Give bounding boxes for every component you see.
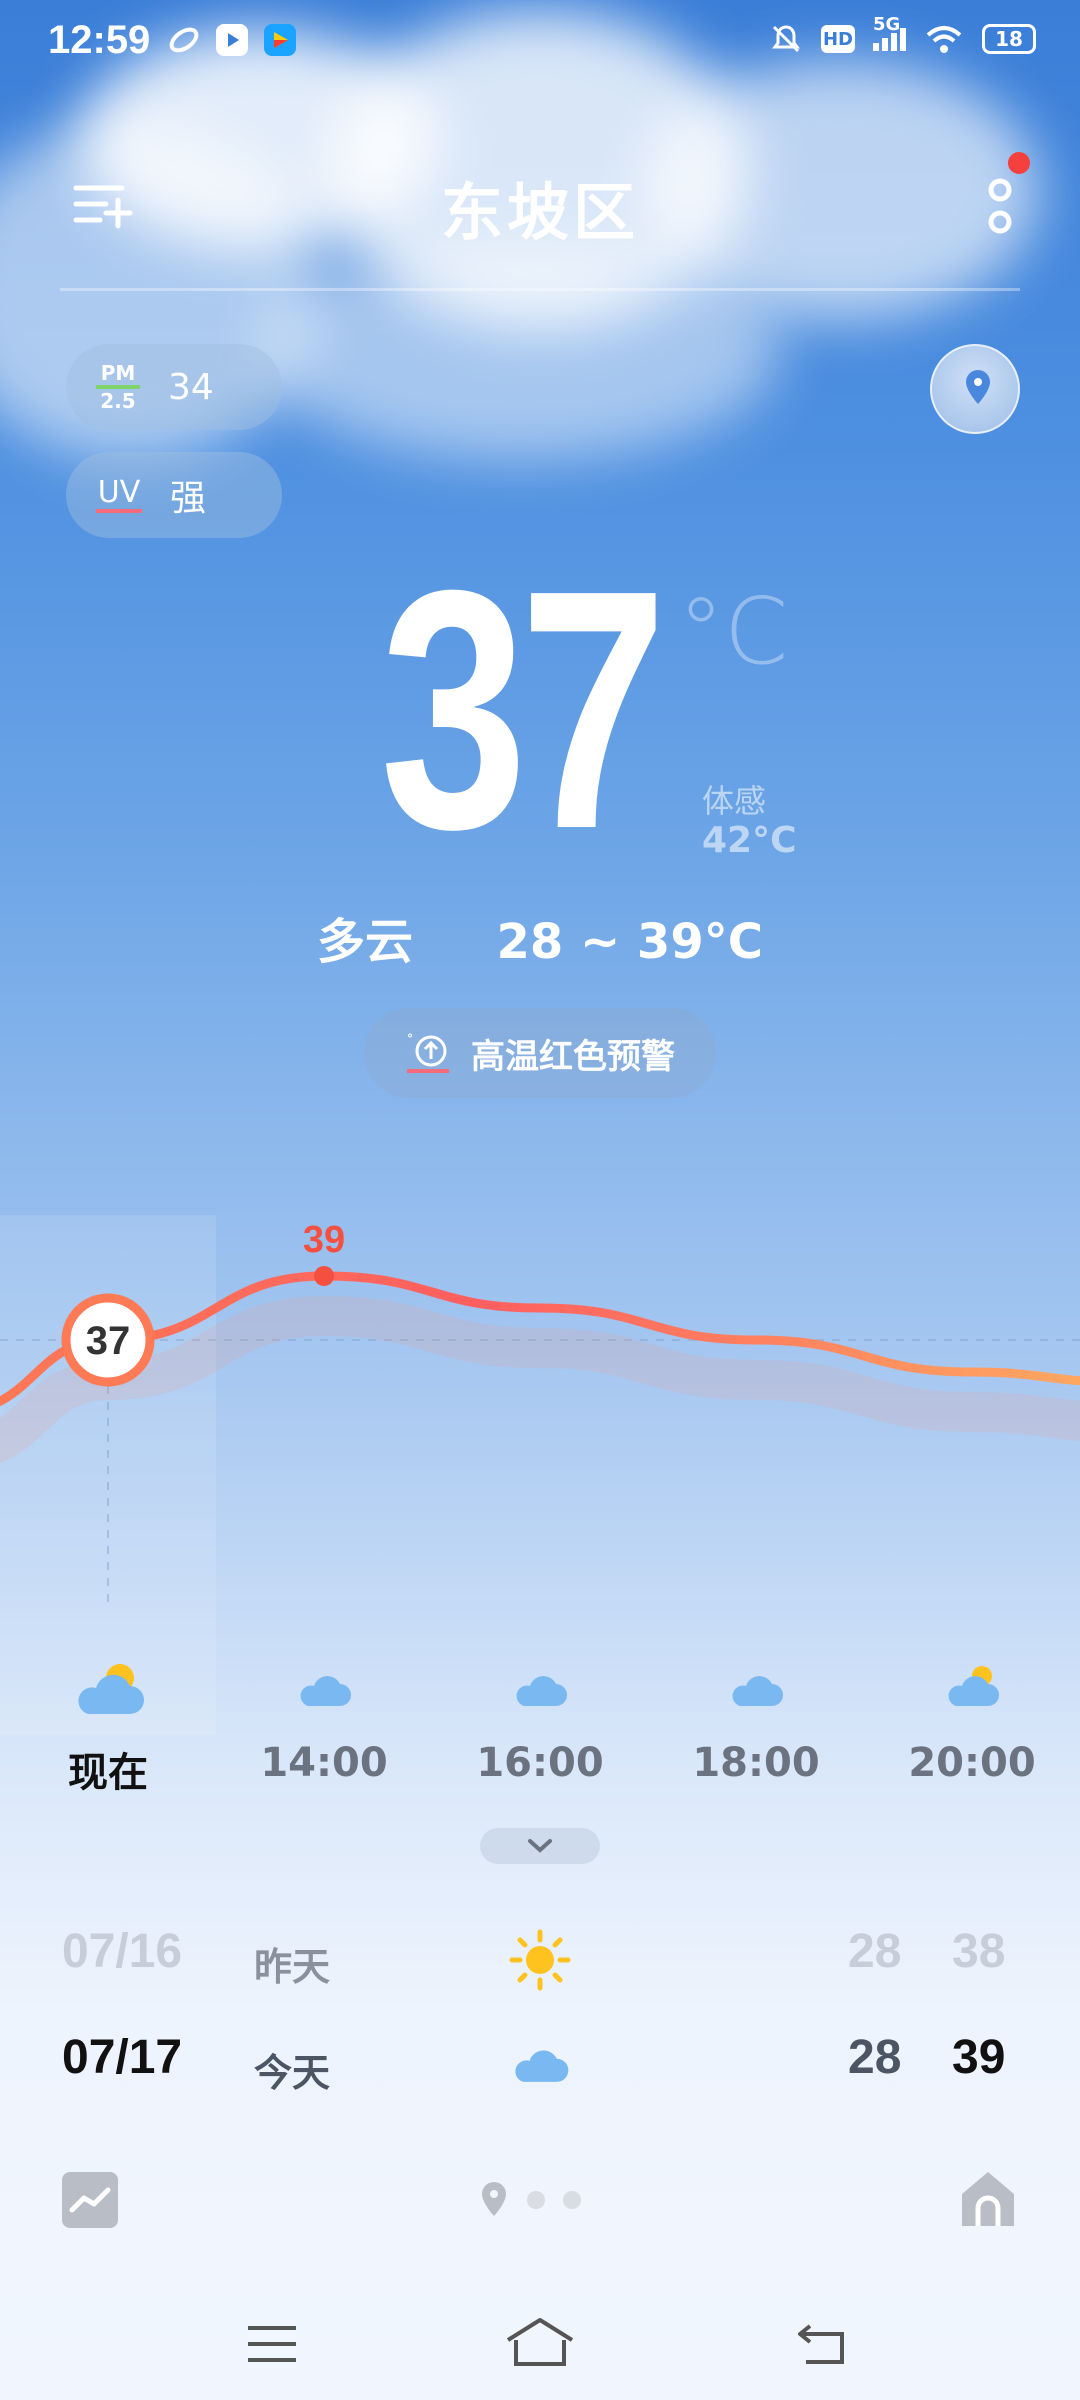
status-system-icons: HD 5G 18 (769, 14, 1036, 56)
day-name: 昨天 (254, 1945, 331, 1989)
weather-screen: 12:59 HD 5G 18 东坡区 PM 2.5 34 UV 强 37 °C … (0, 0, 1080, 2400)
temperature-range: 28 ~ 39°C (496, 914, 763, 970)
chart-peak-dot (314, 1266, 334, 1286)
weather-condition: 多云 (317, 914, 414, 970)
feels-like-label: 体感 (702, 782, 767, 820)
day-high-temp: 39 (952, 2031, 1006, 2084)
trend-chart-button[interactable] (62, 2172, 118, 2228)
trend-chart-icon (69, 2187, 111, 2213)
day-name: 今天 (254, 2051, 331, 2095)
mute-bell-icon (772, 25, 800, 53)
cloud-icon (296, 1668, 352, 1712)
location-pin-icon (966, 370, 990, 404)
browser-app-icon (168, 24, 200, 56)
network-type: 5G (873, 13, 901, 35)
day-low-temp: 28 (848, 1925, 902, 1978)
hour-label: 18:00 (692, 1740, 820, 1786)
chart-peak-label: 39 (303, 1219, 345, 1261)
day-date: 07/17 (62, 2031, 183, 2084)
daily-row-today[interactable]: 07/17 今天 28 39 (0, 2030, 1080, 2110)
day-high-temp: 38 (952, 1925, 1006, 1978)
menu-lines-icon (248, 2326, 296, 2362)
hour-label: 16:00 (476, 1740, 604, 1786)
notification-dot (1008, 152, 1030, 174)
svg-text:°: ° (407, 1032, 413, 1046)
signal-icon: 5G (873, 14, 906, 51)
expand-hourly-button[interactable] (480, 1828, 600, 1864)
map-button[interactable] (930, 344, 1020, 434)
cloud-icon (512, 1668, 568, 1712)
hour-label-now: 现在 (68, 1750, 148, 1796)
pm25-pill[interactable]: PM 2.5 34 (66, 344, 282, 430)
feels-like-value: 42°C (702, 820, 797, 861)
cloud-icon (728, 1668, 784, 1712)
home-weather-button[interactable] (958, 2168, 1018, 2232)
back-arrow-icon (798, 2324, 844, 2364)
home-button[interactable] (504, 2316, 576, 2372)
bottom-toolbar (0, 2160, 1080, 2240)
day-date: 07/16 (62, 1925, 183, 1978)
hour-label: 20:00 (908, 1740, 1036, 1786)
more-options-button[interactable] (970, 168, 1030, 248)
pm25-value: 34 (168, 366, 214, 408)
daily-row-yesterday[interactable]: 07/16 昨天 28 38 (0, 1924, 1080, 2004)
more-vertical-icon (988, 178, 1012, 234)
player-app-icon (264, 24, 296, 56)
status-app-icons (168, 24, 296, 56)
uv-pill[interactable]: UV 强 (66, 452, 282, 538)
page-indicator (478, 2178, 598, 2226)
high-temp-alert-icon: ° (407, 1032, 449, 1073)
pm25-label-top: PM (100, 361, 136, 385)
alert-text: 高温红色预警 (471, 1036, 675, 1077)
hour-label: 14:00 (260, 1740, 388, 1786)
header-divider (60, 288, 1020, 291)
uv-label-text: UV (97, 475, 141, 510)
pm25-label: PM 2.5 (96, 363, 140, 411)
chevron-down-icon (528, 1839, 552, 1853)
heat-alert-badge[interactable]: ° 高温红色预警 (364, 1008, 716, 1098)
hd-icon: HD (821, 25, 855, 53)
city-title: 东坡区 (440, 176, 639, 249)
location-page-icon (482, 2182, 506, 2216)
battery-icon: 18 (982, 24, 1036, 54)
system-navigation-bar (0, 2290, 1080, 2400)
day-low-temp: 28 (848, 2031, 902, 2084)
house-icon (962, 2172, 1014, 2226)
header: 东坡区 (0, 150, 1080, 260)
home-icon (506, 2318, 574, 2366)
wifi-icon (926, 26, 962, 53)
status-time: 12:59 (48, 18, 151, 62)
cloud-icon (510, 2042, 570, 2088)
hourly-temperature-chart: 39 37 (0, 1219, 1080, 1610)
pm25-label-bottom: 2.5 (100, 389, 136, 413)
back-button[interactable] (794, 2318, 850, 2372)
status-bar: 12:59 HD 5G 18 (0, 0, 1080, 86)
uv-label: UV (96, 477, 142, 513)
current-temperature: 37 (380, 520, 667, 900)
temperature-unit: °C (678, 578, 789, 685)
chart-now-label: 37 (86, 1319, 131, 1363)
condition-line: 多云 28 ~ 39°C (0, 902, 1080, 972)
uv-level-bar (96, 509, 142, 513)
video-app-icon (216, 24, 248, 56)
partly-cloudy-icon (70, 1660, 146, 1720)
recents-button[interactable] (244, 2320, 300, 2372)
sun-icon (508, 1928, 572, 1996)
partly-cloudy-icon (944, 1664, 1000, 1712)
cloud-decoration (260, 240, 780, 460)
uv-value: 强 (170, 478, 207, 519)
